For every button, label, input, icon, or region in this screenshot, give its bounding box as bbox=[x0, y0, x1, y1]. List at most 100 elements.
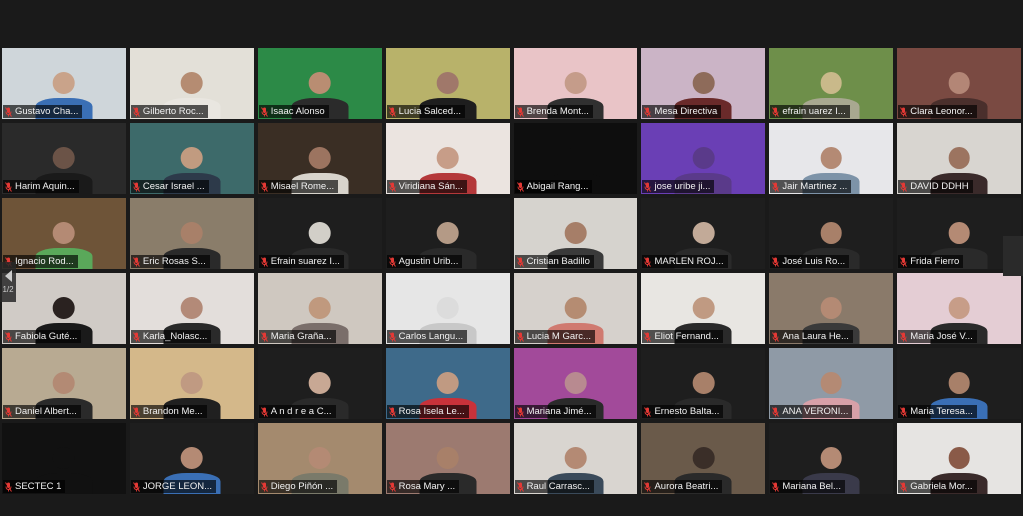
muted-mic-icon bbox=[900, 331, 908, 342]
participant-tile[interactable]: Jair Martinez ... bbox=[769, 123, 894, 194]
participant-name: Frida Fierro bbox=[910, 256, 960, 267]
participant-tile[interactable]: Viridiana Sán... bbox=[385, 123, 510, 194]
participant-tile[interactable]: Gustavo Cha... bbox=[2, 48, 126, 119]
muted-mic-icon bbox=[516, 331, 524, 342]
muted-mic-icon bbox=[388, 481, 396, 492]
previous-page-button[interactable]: 1/2 bbox=[0, 262, 16, 302]
participant-tile[interactable]: Maria José V... bbox=[897, 273, 1022, 344]
participant-name-label: Ernesto Balta... bbox=[642, 405, 724, 418]
participant-name: Maria Teresa... bbox=[910, 406, 973, 417]
muted-mic-icon bbox=[388, 406, 396, 417]
participant-tile[interactable]: Raul Carrasc... bbox=[513, 423, 638, 494]
participant-tile[interactable]: José Luis Ro... bbox=[769, 198, 894, 269]
participant-tile[interactable]: Eric Rosas S... bbox=[129, 198, 254, 269]
participant-name-label: Mariana Bel... bbox=[770, 480, 845, 493]
participant-tile[interactable]: JORGE LEON... bbox=[129, 423, 254, 494]
participant-tile[interactable]: Eliot Fernand... bbox=[641, 273, 766, 344]
participant-name-label: Cesar Israel ... bbox=[130, 180, 209, 193]
participant-tile[interactable]: Daniel Albert... bbox=[2, 348, 126, 419]
participant-tile[interactable]: Diego Piñón ... bbox=[257, 423, 382, 494]
participant-name: Aurora Beatri... bbox=[654, 481, 719, 492]
participant-name: Maria Graña... bbox=[270, 331, 332, 342]
participant-name-label: Harim Aquin... bbox=[3, 180, 79, 193]
muted-mic-icon bbox=[5, 481, 12, 492]
participant-tile[interactable]: DAVID DDHH bbox=[897, 123, 1022, 194]
muted-mic-icon bbox=[644, 406, 652, 417]
participant-tile[interactable]: Brenda Mont... bbox=[513, 48, 638, 119]
participant-name-label: Ana Laura He... bbox=[770, 330, 853, 343]
participant-tile[interactable]: Gilberto Roc... bbox=[129, 48, 254, 119]
participant-name: Cristian Badillo bbox=[526, 256, 590, 267]
participant-tile[interactable]: Mesa Directiva bbox=[641, 48, 766, 119]
participant-name: Gilberto Roc... bbox=[142, 106, 204, 117]
participant-name: Clara Leonor... bbox=[910, 106, 973, 117]
muted-mic-icon bbox=[772, 481, 780, 492]
participant-name: Isaac Alonso bbox=[270, 106, 325, 117]
muted-mic-icon bbox=[900, 406, 908, 417]
participant-name: Mesa Directiva bbox=[654, 106, 718, 117]
muted-mic-icon bbox=[260, 406, 268, 417]
participant-name-label: ANA VERONI... bbox=[770, 405, 853, 418]
participant-name-label: Lucia Salced... bbox=[386, 105, 465, 118]
participant-name: ANA VERONI... bbox=[782, 406, 849, 417]
participant-tile[interactable]: Fabiola Guté... bbox=[2, 273, 126, 344]
participant-tile[interactable]: Maria Graña... bbox=[257, 273, 382, 344]
participant-tile[interactable]: Ernesto Balta... bbox=[641, 348, 766, 419]
muted-mic-icon bbox=[132, 181, 140, 192]
muted-mic-icon bbox=[5, 331, 12, 342]
participant-name-label: Mariana Jimé... bbox=[514, 405, 596, 418]
participant-tile[interactable]: Mariana Jimé... bbox=[513, 348, 638, 419]
participant-tile[interactable]: Carlos Langu... bbox=[385, 273, 510, 344]
muted-mic-icon bbox=[772, 331, 780, 342]
top-bar bbox=[0, 0, 1023, 46]
participant-name-label: Maria Graña... bbox=[258, 330, 336, 343]
participant-name-label: Karla_Nolasc... bbox=[130, 330, 212, 343]
participant-tile[interactable]: Agustin Urib... bbox=[385, 198, 510, 269]
muted-mic-icon bbox=[260, 481, 268, 492]
participant-tile[interactable]: Cristian Badillo bbox=[513, 198, 638, 269]
participant-name: Raul Carrasc... bbox=[526, 481, 590, 492]
participant-tile[interactable]: Clara Leonor... bbox=[897, 48, 1022, 119]
participant-tile[interactable]: Abigail Rang... bbox=[513, 123, 638, 194]
participant-name-label: Fabiola Guté... bbox=[3, 330, 82, 343]
participant-tile[interactable]: Ignacio Rod... bbox=[2, 198, 126, 269]
participant-tile[interactable]: Mariana Bel... bbox=[769, 423, 894, 494]
participant-name: Rosa Isela Le... bbox=[398, 406, 465, 417]
participant-tile[interactable]: Lucia M Garc... bbox=[513, 273, 638, 344]
participant-tile[interactable]: Isaac Alonso bbox=[257, 48, 382, 119]
participant-tile[interactable]: Rosa Isela Le... bbox=[385, 348, 510, 419]
participant-name: JORGE LEON... bbox=[142, 481, 213, 492]
participant-name-label: Lucia M Garc... bbox=[514, 330, 595, 343]
participant-tile[interactable]: MARLEN ROJ... bbox=[641, 198, 766, 269]
muted-mic-icon bbox=[772, 256, 780, 267]
participant-name-label: Brenda Mont... bbox=[514, 105, 593, 118]
participant-name: Maria José V... bbox=[910, 331, 973, 342]
participant-name-label: Daniel Albert... bbox=[3, 405, 81, 418]
participant-tile[interactable]: jose uribe ji... bbox=[641, 123, 766, 194]
participant-name: Ignacio Rod... bbox=[15, 256, 74, 267]
muted-mic-icon bbox=[644, 481, 652, 492]
participant-tile[interactable]: Karla_Nolasc... bbox=[129, 273, 254, 344]
participant-tile[interactable]: Harim Aquin... bbox=[2, 123, 126, 194]
participant-tile[interactable]: Aurora Beatri... bbox=[641, 423, 766, 494]
participant-tile[interactable]: Brandon Me... bbox=[129, 348, 254, 419]
participant-tile[interactable]: ANA VERONI... bbox=[769, 348, 894, 419]
participant-name: jose uribe ji... bbox=[654, 181, 711, 192]
participant-tile[interactable]: Maria Teresa... bbox=[897, 348, 1022, 419]
participant-tile[interactable]: Efrain suarez I... bbox=[257, 198, 382, 269]
participant-tile[interactable]: Cesar Israel ... bbox=[129, 123, 254, 194]
participant-name: Ernesto Balta... bbox=[654, 406, 720, 417]
participant-tile[interactable]: efrain uarez I... bbox=[769, 48, 894, 119]
participant-tile[interactable]: SECTEC 1 bbox=[2, 423, 126, 494]
participant-name: Lucia M Garc... bbox=[526, 331, 591, 342]
participant-tile[interactable]: Ana Laura He... bbox=[769, 273, 894, 344]
participant-tile[interactable]: Lucia Salced... bbox=[385, 48, 510, 119]
participant-tile[interactable]: A n d r e a C... bbox=[257, 348, 382, 419]
muted-mic-icon bbox=[644, 331, 652, 342]
participant-name-label: MARLEN ROJ... bbox=[642, 255, 728, 268]
participant-name-label: Rosa Isela Le... bbox=[386, 405, 469, 418]
participant-tile[interactable]: Rosa Mary ... bbox=[385, 423, 510, 494]
participant-tile[interactable]: Gabriela Mor... bbox=[897, 423, 1022, 494]
participant-tile[interactable]: Misael Rome... bbox=[257, 123, 382, 194]
participant-name: Abigail Rang... bbox=[526, 181, 589, 192]
